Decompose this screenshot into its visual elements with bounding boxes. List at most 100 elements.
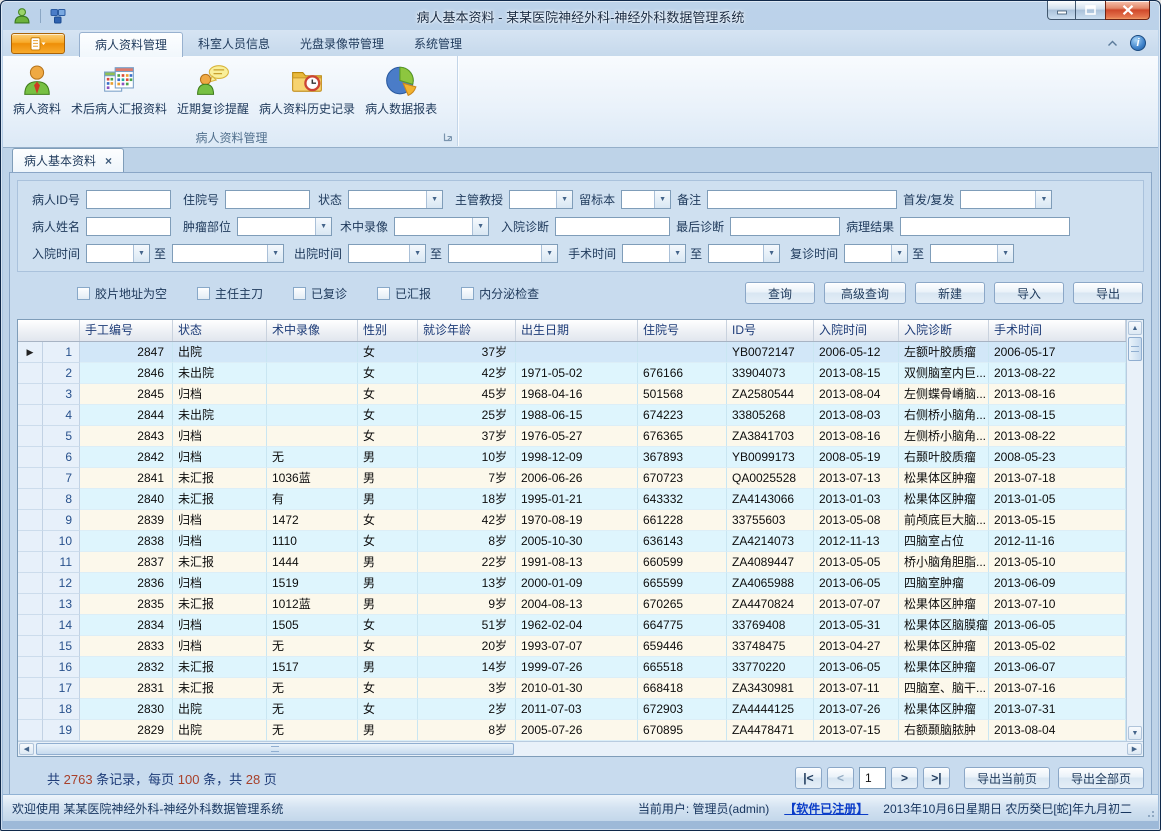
filter-endocrine-exam[interactable]: 内分泌检查 — [461, 285, 539, 302]
page-number-input[interactable]: 1 — [859, 767, 886, 789]
ribbon-button-data-report[interactable]: 病人数据报表 — [360, 60, 442, 119]
collapse-ribbon-icon[interactable] — [1107, 40, 1118, 47]
filter-chief-surgeon[interactable]: 主任主刀 — [197, 285, 263, 302]
column-header-sex[interactable]: 性别 — [358, 320, 418, 341]
combo-arrow-icon[interactable]: ▼ — [1035, 191, 1051, 208]
action-button-import[interactable]: 导入 — [994, 282, 1064, 304]
column-header-status[interactable]: 状态 — [173, 320, 267, 341]
table-row-12[interactable]: 122836归档1519男13岁2000-01-09665599ZA406598… — [18, 573, 1126, 594]
action-button-advanced-query[interactable]: 高级查询 — [824, 282, 906, 304]
last-page-button[interactable]: >| — [923, 767, 950, 789]
first-page-button[interactable]: |< — [795, 767, 822, 789]
field-first-or-relapse[interactable]: ▼ — [960, 190, 1052, 209]
table-row-4[interactable]: 42844未出院女25岁1988-06-15674223338052682013… — [18, 405, 1126, 426]
combo-arrow-icon[interactable]: ▼ — [472, 218, 488, 235]
field-admission-date-to[interactable]: ▼ — [172, 244, 284, 263]
ribbon-tab-department-staff-info[interactable]: 科室人员信息 — [183, 33, 285, 56]
table-row-16[interactable]: 162832未汇报1517男14岁1999-07-266655183377022… — [18, 657, 1126, 678]
combo-arrow-icon[interactable]: ▼ — [315, 218, 331, 235]
field-final-diagnosis[interactable] — [730, 217, 840, 236]
column-header-admission-diagnosis[interactable]: 入院诊断 — [899, 320, 989, 341]
resize-grip-icon[interactable] — [1143, 806, 1155, 818]
ribbon-tab-system-management[interactable]: 系统管理 — [399, 33, 477, 56]
combo-arrow-icon[interactable]: ▼ — [426, 191, 442, 208]
prev-page-button[interactable]: < — [827, 767, 854, 789]
field-discharge-date-from[interactable]: ▼ — [348, 244, 426, 263]
application-menu-button[interactable] — [11, 33, 65, 54]
vertical-scrollbar[interactable]: ▲ ▼ — [1126, 320, 1143, 741]
table-row-17[interactable]: 172831未汇报无女3岁2010-01-30668418ZA343098120… — [18, 678, 1126, 699]
cascade-windows-icon[interactable] — [50, 8, 66, 24]
minimize-button[interactable] — [1047, 1, 1076, 20]
field-remark[interactable] — [707, 190, 897, 209]
combo-arrow-icon[interactable]: ▼ — [891, 245, 907, 262]
field-chief-professor[interactable]: ▼ — [509, 190, 573, 209]
column-header-id-no[interactable]: ID号 — [727, 320, 814, 341]
field-hospital-no[interactable] — [225, 190, 310, 209]
field-pathology-result[interactable] — [900, 217, 1070, 236]
combo-arrow-icon[interactable]: ▼ — [133, 245, 149, 262]
field-surgery-date-from[interactable]: ▼ — [622, 244, 686, 263]
field-surgery-video[interactable]: ▼ — [394, 217, 489, 236]
next-page-button[interactable]: > — [891, 767, 918, 789]
ribbon-button-followup-reminder[interactable]: 近期复诊提醒 — [172, 60, 254, 119]
table-row-10[interactable]: 102838归档1110女8岁2005-10-30636143ZA4214073… — [18, 531, 1126, 552]
scroll-down-icon[interactable]: ▼ — [1128, 726, 1142, 740]
tab-close-icon[interactable]: × — [105, 155, 112, 167]
table-row-5[interactable]: 52843归档女37岁1976-05-27676365ZA38417032013… — [18, 426, 1126, 447]
field-admission-diagnosis[interactable] — [555, 217, 670, 236]
combo-arrow-icon[interactable]: ▼ — [267, 245, 283, 262]
filter-followed-up[interactable]: 已复诊 — [293, 285, 347, 302]
ribbon-button-history-record[interactable]: 病人资料历史记录 — [254, 60, 360, 119]
action-button-export[interactable]: 导出 — [1073, 282, 1143, 304]
vertical-scroll-thumb[interactable] — [1128, 337, 1142, 361]
table-row-14[interactable]: 142834归档1505女51岁1962-02-0466477533769408… — [18, 615, 1126, 636]
combo-arrow-icon[interactable]: ▼ — [541, 245, 557, 262]
combo-arrow-icon[interactable]: ▼ — [763, 245, 779, 262]
horizontal-scroll-thumb[interactable] — [36, 743, 514, 755]
close-button[interactable] — [1105, 1, 1150, 20]
field-tumor-site[interactable]: ▼ — [237, 217, 332, 236]
field-specimen-kept[interactable]: ▼ — [621, 190, 671, 209]
column-header-manual-no[interactable]: 手工编号 — [80, 320, 173, 341]
combo-arrow-icon[interactable]: ▼ — [654, 191, 670, 208]
export-all-pages-button[interactable]: 导出全部页 — [1058, 767, 1144, 789]
column-header-birth-date[interactable]: 出生日期 — [516, 320, 638, 341]
ribbon-tab-disc-tape-management[interactable]: 光盘录像带管理 — [285, 33, 399, 56]
horizontal-scrollbar[interactable]: ◀ ▶ — [18, 741, 1143, 756]
table-row-3[interactable]: 32845归档女45岁1968-04-16501568ZA25805442013… — [18, 384, 1126, 405]
table-row-11[interactable]: 112837未汇报1444男22岁1991-08-13660599ZA40894… — [18, 552, 1126, 573]
combo-arrow-icon[interactable]: ▼ — [409, 245, 425, 262]
filter-reported[interactable]: 已汇报 — [377, 285, 431, 302]
table-row-9[interactable]: 92839归档1472女42岁1970-08-19661228337556032… — [18, 510, 1126, 531]
maximize-button[interactable] — [1076, 1, 1105, 20]
export-current-page-button[interactable]: 导出当前页 — [964, 767, 1050, 789]
scroll-up-icon[interactable]: ▲ — [1128, 321, 1142, 335]
table-row-6[interactable]: 62842归档无男10岁1998-12-09367893YB0099173200… — [18, 447, 1126, 468]
field-admission-date-from[interactable]: ▼ — [86, 244, 150, 263]
field-patient-id[interactable] — [86, 190, 171, 209]
ribbon-tab-patient-data-management[interactable]: 病人资料管理 — [79, 32, 183, 57]
field-followup-date-to[interactable]: ▼ — [930, 244, 1014, 263]
table-row-1[interactable]: ▶12847出院女37岁YB00721472006-05-12左额叶胶质瘤200… — [18, 342, 1126, 363]
table-row-8[interactable]: 82840未汇报有男18岁1995-01-21643332ZA414306620… — [18, 489, 1126, 510]
table-row-18[interactable]: 182830出院无女2岁2011-07-03672903ZA4444125201… — [18, 699, 1126, 720]
field-status[interactable]: ▼ — [348, 190, 443, 209]
ribbon-button-patient-info[interactable]: 病人资料 — [8, 60, 66, 119]
scroll-left-icon[interactable]: ◀ — [19, 743, 34, 755]
column-header-admission-date[interactable]: 入院时间 — [814, 320, 899, 341]
table-row-13[interactable]: 132835未汇报1012蓝男9岁2004-08-13670265ZA44708… — [18, 594, 1126, 615]
table-row-19[interactable]: 192829出院无男8岁2005-07-26670895ZA4478471201… — [18, 720, 1126, 741]
scroll-right-icon[interactable]: ▶ — [1127, 743, 1142, 755]
column-header-surgery-date[interactable]: 手术时间 — [989, 320, 1126, 341]
ribbon-button-postop-report[interactable]: 术后病人汇报资料 — [66, 60, 172, 119]
field-patient-name[interactable] — [86, 217, 171, 236]
column-header-surgery-video[interactable]: 术中录像 — [267, 320, 358, 341]
document-tab-patient-basic-info[interactable]: 病人基本资料 × — [12, 148, 124, 172]
column-header-age-at-visit[interactable]: 就诊年龄 — [418, 320, 516, 341]
filter-film-address-empty[interactable]: 胶片地址为空 — [77, 285, 167, 302]
field-discharge-date-to[interactable]: ▼ — [448, 244, 558, 263]
column-header-hospital-no[interactable]: 住院号 — [638, 320, 727, 341]
combo-arrow-icon[interactable]: ▼ — [669, 245, 685, 262]
table-row-2[interactable]: 22846未出院女42岁1971-05-02676166339040732013… — [18, 363, 1126, 384]
